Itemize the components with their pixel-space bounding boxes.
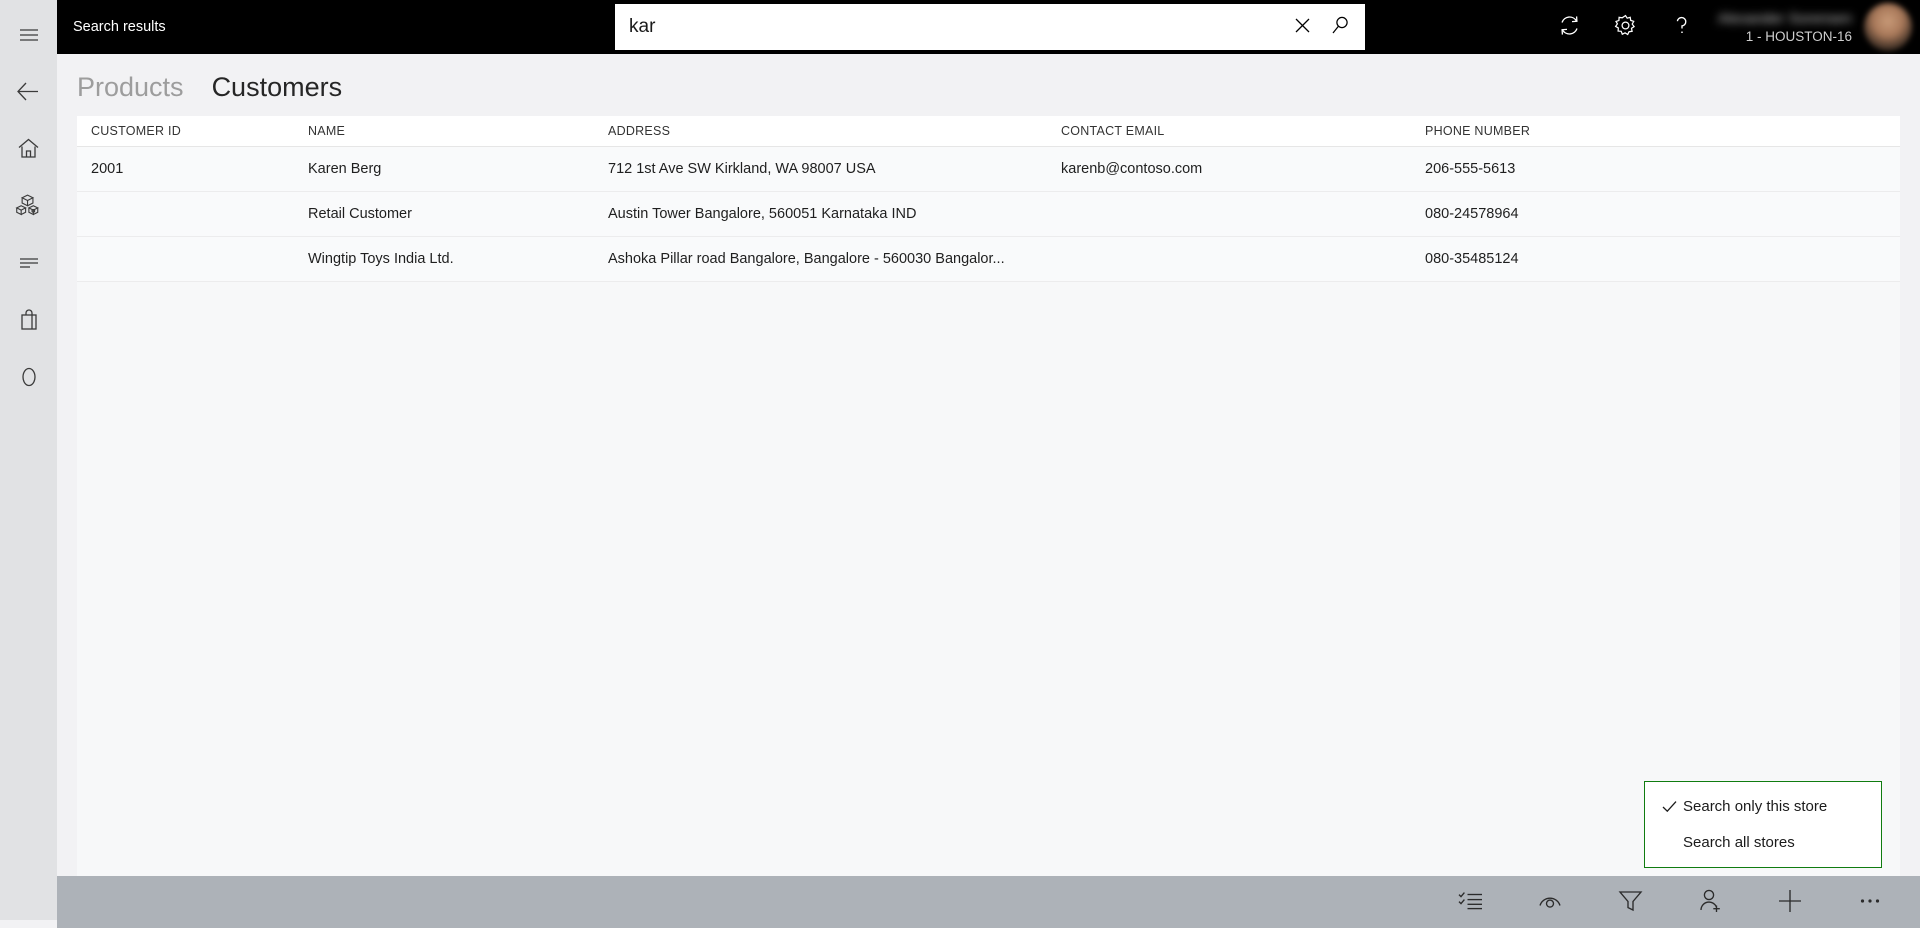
- filter-button[interactable]: [1590, 876, 1670, 928]
- cell-address: Ashoka Pillar road Bangalore, Bangalore …: [608, 251, 1005, 267]
- column-header-phone-number[interactable]: PHONE NUMBER: [1425, 124, 1900, 138]
- page-body: Products Customers CUSTOMER ID NAME ADDR…: [57, 54, 1920, 876]
- refresh-icon: [1557, 13, 1582, 41]
- table-row[interactable]: Retail Customer Austin Tower Bangalore, …: [77, 192, 1900, 237]
- menu-item-search-all-stores[interactable]: Search all stores: [1645, 824, 1881, 860]
- table-row[interactable]: Wingtip Toys India Ltd. Ashoka Pillar ro…: [77, 237, 1900, 282]
- hamburger-menu-icon: [17, 23, 41, 47]
- grid-empty-space: [77, 282, 1900, 876]
- check-icon: [1655, 798, 1683, 815]
- grid-header-row: CUSTOMER ID NAME ADDRESS CONTACT EMAIL P…: [77, 116, 1900, 147]
- cell-name: Wingtip Toys India Ltd.: [308, 251, 454, 267]
- sidebar-item-home[interactable]: [0, 120, 57, 177]
- sidebar-item-zero[interactable]: [0, 348, 57, 405]
- cell-name: Karen Berg: [308, 161, 382, 177]
- user-name: Alexander Sorensen: [1717, 9, 1852, 26]
- zero-oval-icon: [18, 364, 40, 390]
- result-tabs: Products Customers: [57, 54, 1920, 116]
- refresh-button[interactable]: [1542, 0, 1598, 54]
- tab-products[interactable]: Products: [77, 70, 184, 104]
- column-header-contact-email[interactable]: CONTACT EMAIL: [1061, 124, 1425, 138]
- menu-item-search-only-this-store[interactable]: Search only this store: [1645, 788, 1881, 824]
- column-header-customer-id[interactable]: CUSTOMER ID: [77, 124, 308, 138]
- top-bar: Search results kar Alexander Sorensen 1 …: [57, 0, 1920, 54]
- page-title: Search results: [73, 19, 166, 35]
- view-details-button[interactable]: [1510, 876, 1590, 928]
- back-arrow-icon: [15, 78, 42, 105]
- shopping-bag-icon: [17, 307, 41, 333]
- new-button[interactable]: [1750, 876, 1830, 928]
- search-input[interactable]: [629, 4, 1283, 50]
- select-button[interactable]: [1430, 876, 1510, 928]
- more-ellipsis-icon: [1857, 888, 1883, 917]
- submit-search-button[interactable]: [1321, 7, 1359, 47]
- cell-name: Retail Customer: [308, 206, 412, 222]
- cell-phone-number: 206-555-5613: [1425, 161, 1516, 177]
- help-icon: [1669, 13, 1694, 41]
- plus-icon: [1775, 886, 1805, 919]
- customers-grid: CUSTOMER ID NAME ADDRESS CONTACT EMAIL P…: [77, 116, 1900, 876]
- cell-address: 712 1st Ave SW Kirkland, WA 98007 USA: [608, 161, 876, 177]
- tab-customers[interactable]: Customers: [212, 70, 343, 104]
- avatar[interactable]: [1864, 3, 1912, 51]
- home-icon: [16, 136, 41, 161]
- bottom-toolbar: [57, 876, 1920, 928]
- more-button[interactable]: [1830, 876, 1910, 928]
- sidebar-item-back[interactable]: [0, 63, 57, 120]
- main-column: Search results kar Alexander Sorensen 1 …: [57, 0, 1920, 928]
- cell-address: Austin Tower Bangalore, 560051 Karnataka…: [608, 206, 917, 222]
- cell-phone-number: 080-24578964: [1425, 206, 1519, 222]
- cell-contact-email: karenb@contoso.com: [1061, 161, 1203, 177]
- help-button[interactable]: [1654, 0, 1710, 54]
- column-header-name[interactable]: NAME: [308, 124, 608, 138]
- clear-search-button[interactable]: [1283, 7, 1321, 47]
- column-header-address[interactable]: ADDRESS: [608, 124, 1061, 138]
- search-box[interactable]: [615, 4, 1365, 50]
- add-person-icon: [1697, 887, 1724, 917]
- view-eye-icon: [1536, 887, 1564, 918]
- cell-phone-number: 080-35485124: [1425, 251, 1519, 267]
- sidebar-item-products[interactable]: [0, 177, 57, 234]
- app-root: Search results kar Alexander Sorensen 1 …: [0, 0, 1920, 928]
- search-icon: [1330, 15, 1351, 39]
- cell-customer-id: 2001: [91, 161, 124, 177]
- user-store: 1 - HOUSTON-16: [1745, 28, 1852, 44]
- products-boxes-icon: [15, 192, 42, 219]
- list-lines-icon: [17, 251, 41, 275]
- sidebar-item-hamburger-menu[interactable]: [0, 6, 57, 63]
- sidebar-item-cart[interactable]: [0, 291, 57, 348]
- settings-button[interactable]: [1598, 0, 1654, 54]
- top-bar-actions: Alexander Sorensen 1 - HOUSTON-16: [1542, 0, 1920, 54]
- menu-item-label: Search only this store: [1683, 797, 1828, 815]
- table-row[interactable]: 2001 Karen Berg 712 1st Ave SW Kirkland,…: [77, 147, 1900, 192]
- user-info[interactable]: Alexander Sorensen 1 - HOUSTON-16: [1718, 0, 1852, 54]
- search-scope-dropdown: Search only this store Search all stores: [1644, 781, 1882, 868]
- close-icon: [1293, 16, 1312, 38]
- add-customer-button[interactable]: [1670, 876, 1750, 928]
- sidebar-item-list[interactable]: [0, 234, 57, 291]
- left-sidebar: [0, 0, 57, 920]
- checklist-icon: [1457, 887, 1484, 917]
- gear-icon: [1613, 13, 1638, 41]
- menu-item-label: Search all stores: [1683, 833, 1795, 851]
- grid-body: 2001 Karen Berg 712 1st Ave SW Kirkland,…: [77, 147, 1900, 876]
- filter-funnel-icon: [1617, 887, 1644, 917]
